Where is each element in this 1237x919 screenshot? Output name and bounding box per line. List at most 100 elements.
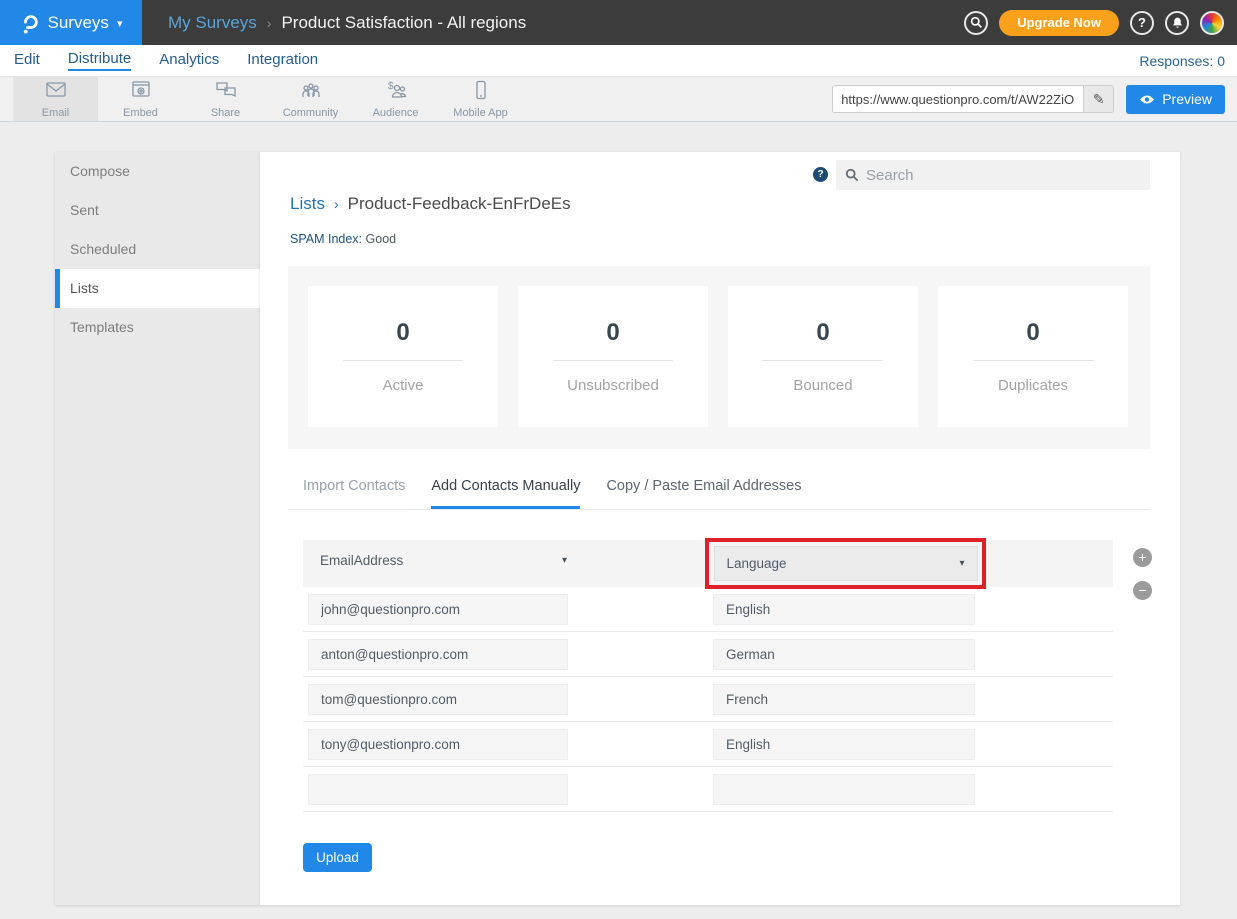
stat-label: Active [383, 377, 424, 394]
language-column-dropdown-value: Language [727, 556, 787, 571]
language-column-dropdown[interactable]: Language ▾ [714, 546, 978, 581]
divider [763, 360, 883, 361]
contact-email-input[interactable] [308, 594, 568, 625]
tab-import-contacts[interactable]: Import Contacts [303, 478, 405, 509]
tab-integration[interactable]: Integration [247, 51, 318, 70]
contact-email-input[interactable] [308, 684, 568, 715]
contact-email-input[interactable] [308, 774, 568, 805]
search-icon [845, 168, 859, 182]
notifications-bell-icon[interactable] [1165, 11, 1189, 35]
breadcrumb-my-surveys-link[interactable]: My Surveys [168, 13, 257, 33]
spam-index: SPAM Index: Good [290, 232, 396, 246]
email-column-dropdown-value: EmailAddress [320, 553, 403, 568]
upload-button[interactable]: Upload [303, 843, 372, 872]
contact-email-input[interactable] [308, 729, 568, 760]
sidebar-item-scheduled[interactable]: Scheduled [55, 230, 260, 269]
stat-card-duplicates: 0 Duplicates [938, 286, 1128, 427]
contact-language-input[interactable] [713, 639, 975, 670]
eye-icon [1139, 94, 1155, 105]
sidebar-item-lists[interactable]: Lists [55, 269, 260, 308]
topbar-actions: Upgrade Now ? [964, 10, 1237, 36]
stat-label: Bounced [793, 377, 852, 394]
add-row-button[interactable]: + [1133, 548, 1152, 567]
search-icon[interactable] [964, 11, 988, 35]
mobile-app-icon [469, 80, 493, 105]
toolbar-item-embed[interactable]: Embed [98, 77, 183, 121]
email-sidebar: Compose Sent Scheduled Lists Templates [55, 152, 260, 905]
tab-copy-paste-email-addresses[interactable]: Copy / Paste Email Addresses [606, 478, 801, 509]
contact-language-input[interactable] [713, 594, 975, 625]
upgrade-now-button[interactable]: Upgrade Now [999, 10, 1119, 36]
contact-email-input[interactable] [308, 639, 568, 670]
tab-analytics[interactable]: Analytics [159, 51, 219, 70]
spam-index-label: SPAM Index: [290, 232, 362, 246]
contact-language-input[interactable] [713, 684, 975, 715]
remove-row-button[interactable]: − [1133, 581, 1152, 600]
survey-url-input[interactable] [833, 86, 1083, 112]
sidebar-item-templates[interactable]: Templates [55, 308, 260, 347]
stat-card-unsubscribed: 0 Unsubscribed [518, 286, 708, 427]
contact-row [303, 677, 1113, 722]
divider [973, 360, 1093, 361]
tab-edit[interactable]: Edit [14, 51, 40, 70]
survey-url-box: ✎ [832, 85, 1114, 113]
toolbar-item-audience[interactable]: $ Audience [353, 77, 438, 121]
stat-card-bounced: 0 Bounced [728, 286, 918, 427]
contextual-help-icon[interactable]: ? [813, 167, 828, 182]
contact-row [303, 722, 1113, 767]
search-input[interactable] [866, 167, 1141, 184]
distribute-toolbar: Email Embed Share Community $ Audience M… [0, 76, 1237, 122]
preview-button[interactable]: Preview [1126, 85, 1225, 114]
stat-value: 0 [816, 319, 829, 347]
lists-main-panel: ? Lists › Product-Feedback-EnFrDeEs SPAM… [260, 152, 1180, 905]
preview-button-label: Preview [1162, 91, 1212, 107]
stat-card-active: 0 Active [308, 286, 498, 427]
toolbar-item-email[interactable]: Email [13, 77, 98, 121]
toolbar-item-mobile-app[interactable]: Mobile App [438, 77, 523, 121]
contact-row [303, 767, 1113, 812]
sidebar-item-compose[interactable]: Compose [55, 152, 260, 191]
toolbar-item-label: Embed [123, 107, 158, 119]
stat-label: Duplicates [998, 377, 1068, 394]
tab-distribute[interactable]: Distribute [68, 50, 131, 71]
topbar: Surveys ▾ My Surveys › Product Satisfact… [0, 0, 1237, 45]
toolbar-item-community[interactable]: Community [268, 77, 353, 121]
list-breadcrumb: Lists › Product-Feedback-EnFrDeEs [290, 194, 571, 214]
chevron-down-icon: ▾ [117, 17, 123, 30]
contact-row [303, 587, 1113, 632]
embed-icon [129, 80, 153, 105]
stat-value: 0 [1026, 319, 1039, 347]
toolbar-item-label: Community [283, 107, 339, 119]
divider [343, 360, 463, 361]
email-icon [44, 80, 68, 105]
contact-language-input[interactable] [713, 774, 975, 805]
toolbar-item-share[interactable]: Share [183, 77, 268, 121]
toolbar-item-label: Audience [373, 107, 419, 119]
language-dropdown-highlight: Language ▾ [705, 538, 986, 589]
svg-text:$: $ [388, 81, 394, 92]
sidebar-item-sent[interactable]: Sent [55, 191, 260, 230]
email-column-dropdown[interactable]: EmailAddress ▾ [320, 553, 567, 568]
breadcrumb: My Surveys › Product Satisfaction - All … [168, 13, 526, 33]
chevron-down-icon: ▾ [562, 555, 567, 566]
help-icon[interactable]: ? [1130, 11, 1154, 35]
spam-index-value: Good [366, 232, 397, 246]
questionpro-app: Surveys ▾ My Surveys › Product Satisfact… [0, 0, 1237, 919]
contact-language-input[interactable] [713, 729, 975, 760]
community-icon [299, 80, 323, 105]
lists-link[interactable]: Lists [290, 194, 325, 214]
toolbar-item-label: Mobile App [453, 107, 507, 119]
tab-add-contacts-manually[interactable]: Add Contacts Manually [431, 478, 580, 509]
user-avatar[interactable] [1200, 11, 1224, 35]
list-search-box [836, 160, 1150, 190]
breadcrumb-separator: › [334, 196, 339, 212]
contacts-tabs: Import Contacts Add Contacts Manually Co… [288, 478, 1150, 510]
toolbar-item-label: Share [211, 107, 240, 119]
list-stats-panel: 0 Active 0 Unsubscribed 0 Bounced 0 Dupl… [288, 266, 1150, 449]
audience-icon: $ [384, 80, 408, 105]
questionpro-logo-icon [20, 11, 40, 35]
product-switcher[interactable]: Surveys ▾ [0, 0, 142, 45]
divider [553, 360, 673, 361]
survey-nav: Edit Distribute Analytics Integration Re… [0, 45, 1237, 76]
edit-url-pencil-icon[interactable]: ✎ [1083, 86, 1113, 112]
